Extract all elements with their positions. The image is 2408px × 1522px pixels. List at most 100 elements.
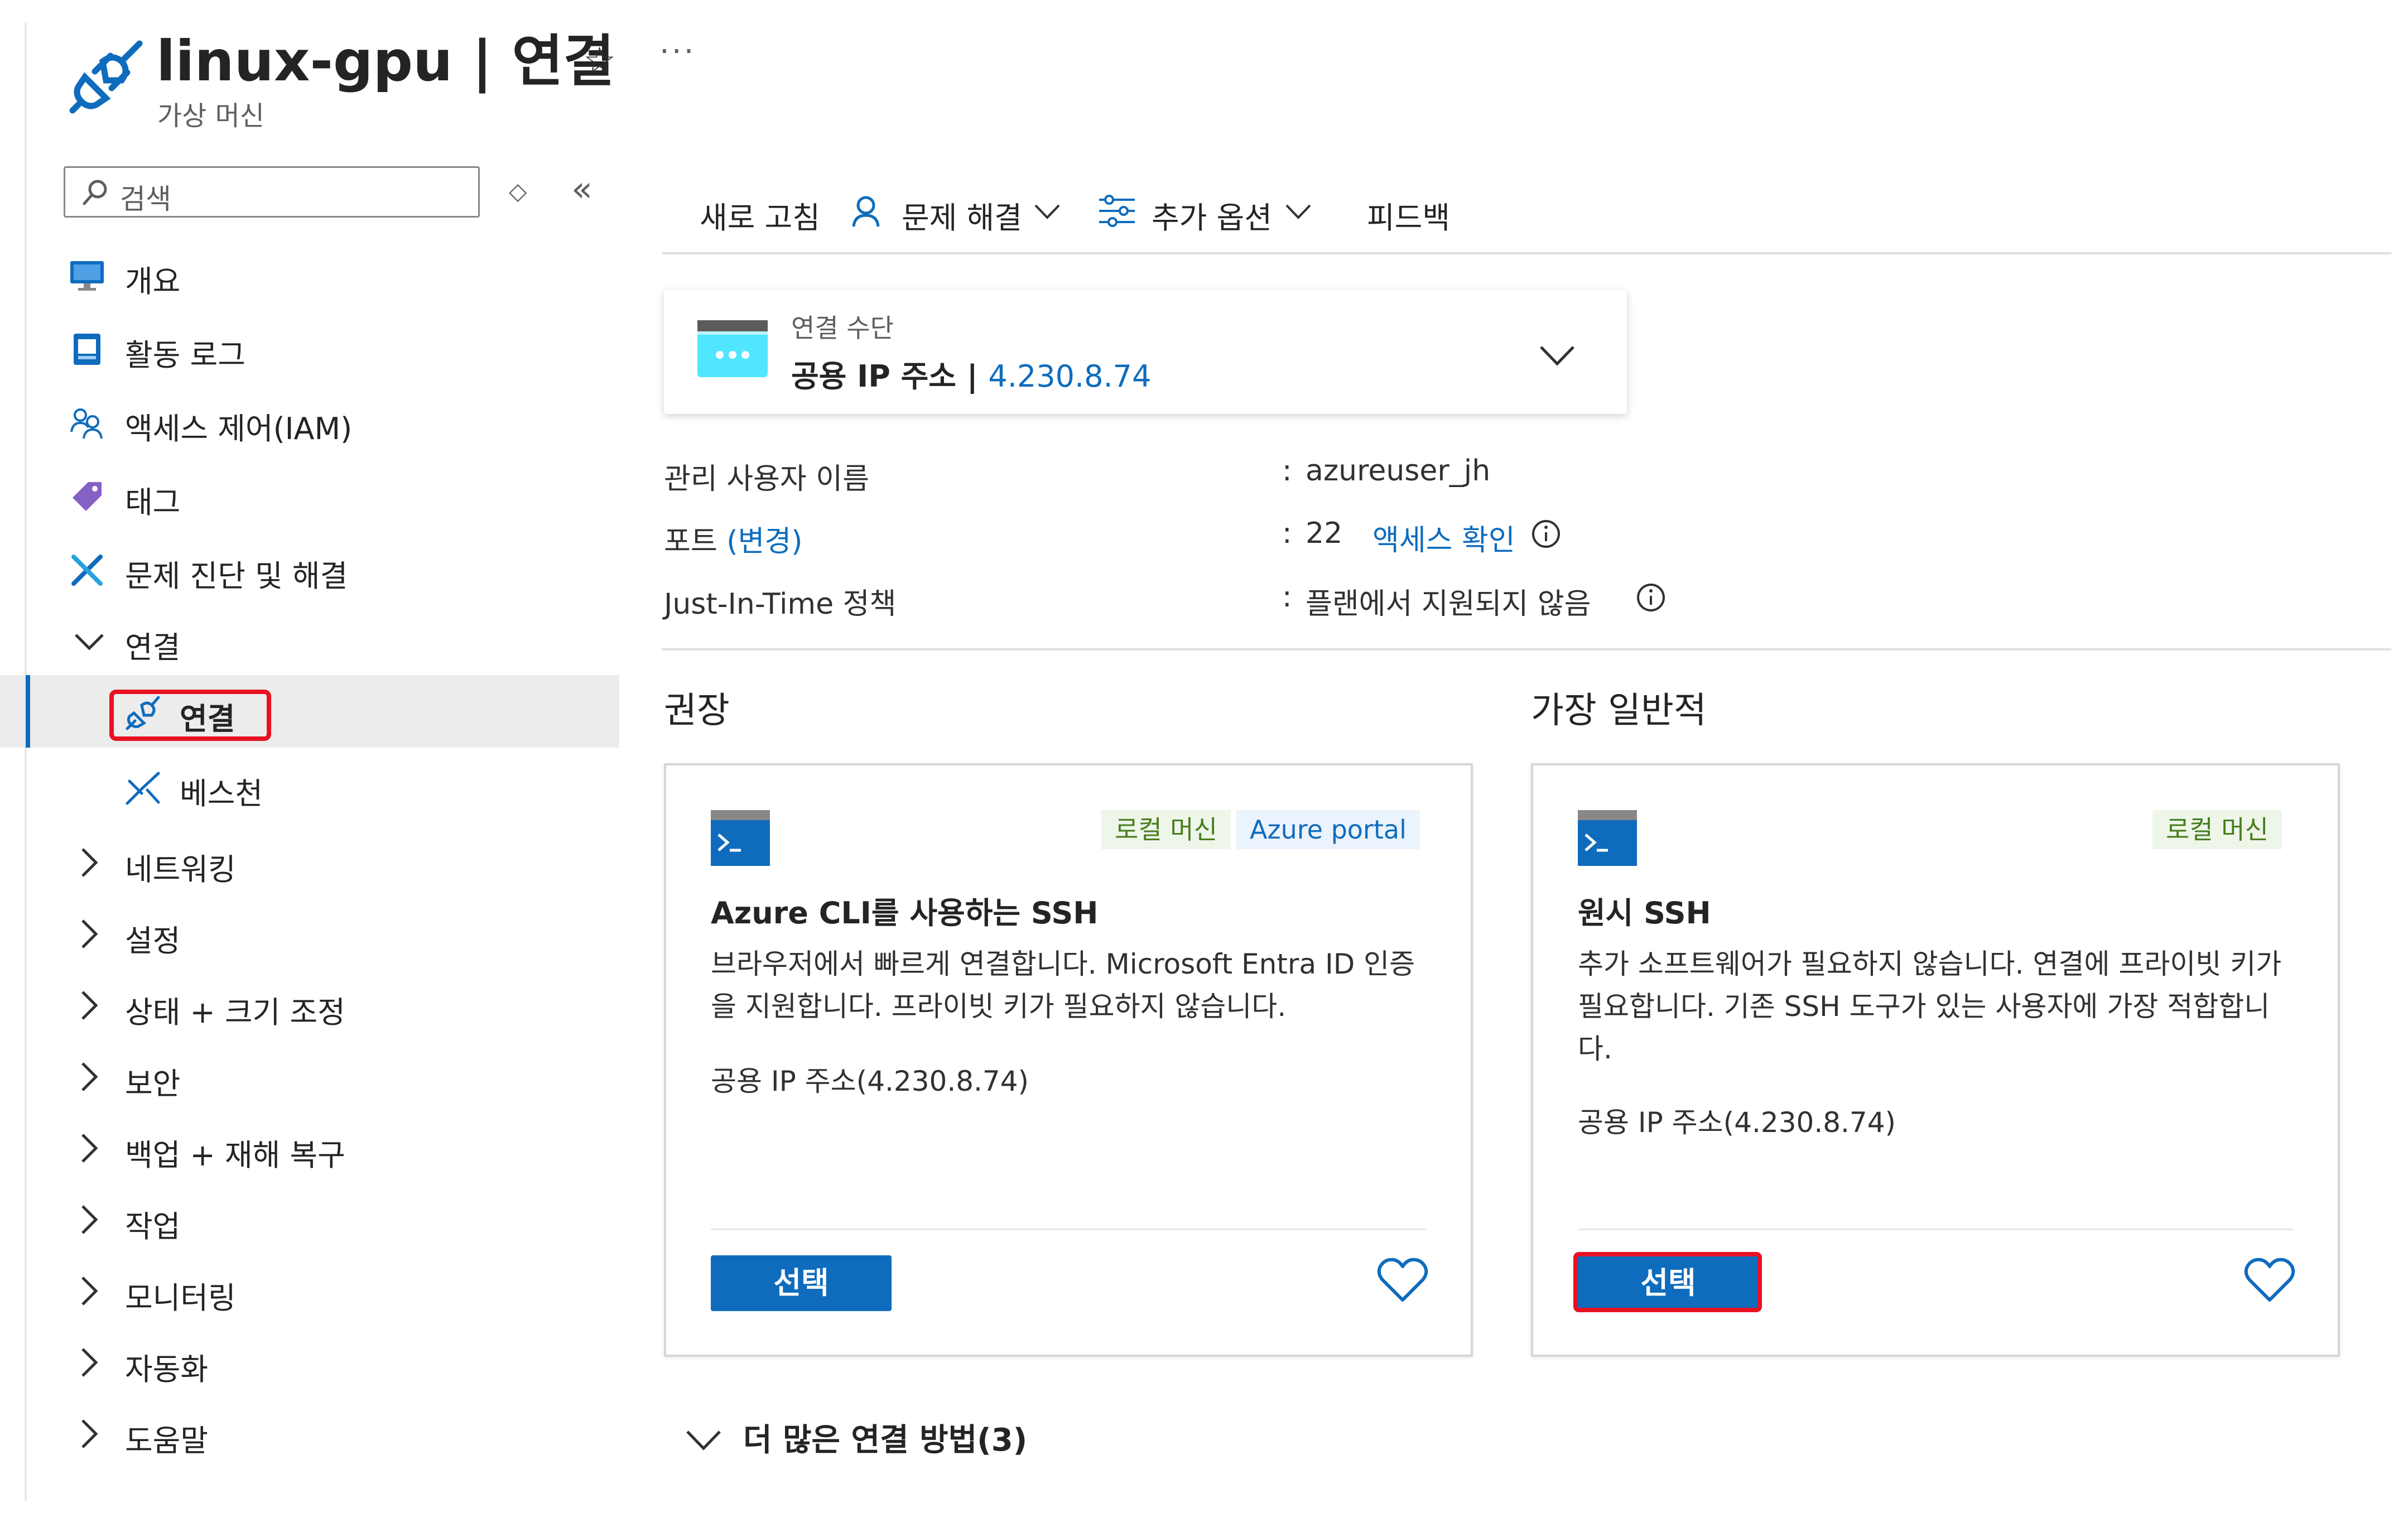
- options-icon: [1097, 193, 1137, 229]
- star-icon[interactable]: ☆: [583, 39, 616, 82]
- most-common-heading: 가장 일반적: [1531, 690, 1707, 731]
- check-access-link[interactable]: 액세스 확인: [1372, 517, 1515, 558]
- more-connection-methods[interactable]: 더 많은 연결 방법(3): [743, 1415, 1027, 1460]
- select-button[interactable]: 선택: [711, 1255, 892, 1311]
- bastion-icon: [125, 770, 161, 806]
- terminal-icon: [1578, 810, 1637, 866]
- sidebar-item-label: 활동 로그: [125, 338, 245, 373]
- sidebar-item-label: 도움말: [125, 1423, 209, 1458]
- terminal-icon: [711, 810, 770, 866]
- more-options-dropdown[interactable]: 추가 옵션: [1152, 193, 1272, 237]
- recommended-heading: 권장: [664, 690, 730, 731]
- colon-separator: :: [1282, 454, 1292, 488]
- search-icon: [81, 178, 110, 207]
- card-title: Azure CLI를 사용하는 SSH: [711, 895, 1099, 931]
- sidebar-item-bastion[interactable]: 베스천: [0, 752, 619, 819]
- connection-type: 공용 IP 주소: [791, 359, 956, 394]
- chevron-right-icon: [78, 847, 100, 878]
- wrench-icon: [69, 552, 105, 588]
- chevron-right-icon: [78, 1204, 100, 1235]
- chevron-right-icon: [78, 1061, 100, 1092]
- badge-local-machine: 로컬 머신: [1101, 810, 1231, 849]
- jit-policy-label: Just-In-Time 정책: [664, 587, 897, 621]
- connection-ip: 4.230.8.74: [988, 359, 1152, 394]
- troubleshoot-icon: [848, 193, 884, 229]
- sort-icon[interactable]: ◇: [509, 177, 527, 205]
- feedback-button[interactable]: 피드백: [1367, 193, 1450, 237]
- sidebar-item-label: 상태 + 크기 조정: [125, 995, 345, 1030]
- collapse-sidebar-icon[interactable]: «: [571, 168, 593, 209]
- sidebar-group-help[interactable]: 도움말: [0, 1399, 619, 1466]
- colon-separator: :: [1282, 580, 1292, 614]
- sidebar-item-label: 베스천: [180, 776, 263, 811]
- colon-separator: :: [1282, 517, 1292, 550]
- sidebar-item-label: 보안: [125, 1066, 181, 1101]
- sidebar-group-settings[interactable]: 설정: [0, 899, 619, 966]
- more-options-button[interactable]: ···: [659, 33, 696, 70]
- search-input[interactable]: 검색: [64, 166, 480, 218]
- sidebar-group-backup[interactable]: 백업 + 재해 복구: [0, 1114, 619, 1181]
- port-change-link[interactable]: (변경): [726, 525, 802, 558]
- search-placeholder: 검색: [120, 183, 171, 215]
- info-icon[interactable]: [1636, 582, 1666, 613]
- highlight-box: [1573, 1252, 1762, 1312]
- card-description: 브라우저에서 빠르게 연결합니다. Microsoft Entra ID 인증을…: [711, 948, 1415, 1023]
- admin-username-label: 관리 사용자 이름: [664, 463, 869, 496]
- card-divider: [1578, 1229, 2293, 1230]
- heart-icon[interactable]: [1377, 1256, 1428, 1303]
- connection-separator: |: [966, 359, 978, 394]
- sidebar-item-label: 태그: [125, 485, 181, 520]
- card-ip: 공용 IP 주소(4.230.8.74): [1578, 1106, 1896, 1139]
- troubleshoot-button[interactable]: 문제 해결: [902, 193, 1022, 237]
- sidebar-group-automation[interactable]: 자동화: [0, 1328, 619, 1395]
- card-divider: [711, 1229, 1426, 1230]
- monitor-icon: [69, 258, 105, 293]
- chevron-right-icon: [78, 1275, 100, 1307]
- chevron-right-icon: [78, 918, 100, 950]
- sidebar-group-operations[interactable]: 작업: [0, 1185, 619, 1252]
- connection-icon: [697, 320, 768, 377]
- chevron-down-icon[interactable]: [684, 1426, 723, 1454]
- chevron-right-icon: [78, 1418, 100, 1449]
- chevron-down-icon[interactable]: [1284, 202, 1312, 222]
- sidebar-item-connect[interactable]: 연결: [0, 675, 619, 748]
- sidebar-group-connect[interactable]: 연결: [0, 606, 619, 673]
- card-ip: 공용 IP 주소(4.230.8.74): [711, 1065, 1029, 1097]
- sidebar-item-label: 모니터링: [125, 1280, 236, 1316]
- sidebar-group-networking[interactable]: 네트워킹: [0, 828, 619, 895]
- sidebar-item-label: 개요: [125, 264, 181, 299]
- sidebar-item-tags[interactable]: 태그: [0, 461, 619, 528]
- sidebar-group-health-size[interactable]: 상태 + 크기 조정: [0, 971, 619, 1038]
- chevron-down-icon[interactable]: [1538, 341, 1577, 369]
- admin-username-value: azureuser_jh: [1306, 454, 1491, 488]
- badge-azure-portal: Azure portal: [1236, 810, 1420, 849]
- sidebar-item-iam[interactable]: 액세스 제어(IAM): [0, 387, 619, 454]
- chevron-down-icon[interactable]: [1033, 202, 1061, 222]
- page-title: linux-gpu | 연결: [156, 28, 615, 94]
- sidebar-group-security[interactable]: 보안: [0, 1042, 619, 1109]
- sidebar-item-label: 연결: [125, 630, 181, 665]
- sidebar-group-monitoring[interactable]: 모니터링: [0, 1256, 619, 1323]
- sidebar-item-diagnose[interactable]: 문제 진단 및 해결: [0, 534, 619, 601]
- card-title: 원시 SSH: [1578, 895, 1711, 931]
- heart-icon[interactable]: [2244, 1256, 2295, 1303]
- sidebar-item-label: 자동화: [125, 1352, 209, 1387]
- highlight-box: [109, 690, 271, 741]
- chevron-down-icon: [74, 630, 105, 653]
- activity-log-icon: [69, 331, 105, 367]
- plug-icon: [66, 39, 144, 117]
- sidebar-item-overview[interactable]: 개요: [0, 240, 619, 307]
- card-description: 추가 소프트웨어가 필요하지 않습니다. 연결에 프라이빗 키가 필요합니다. …: [1578, 948, 2282, 1065]
- page-subtitle: 가상 머신: [157, 100, 264, 132]
- sidebar-item-label: 설정: [125, 923, 181, 959]
- selection-indicator: [26, 675, 30, 748]
- option-card-azure-cli-ssh[interactable]: 로컬 머신 Azure portal Azure CLI를 사용하는 SSH 브…: [664, 763, 1473, 1357]
- sidebar-item-label: 작업: [125, 1209, 181, 1244]
- tag-icon: [69, 479, 105, 514]
- info-icon[interactable]: [1531, 519, 1561, 549]
- chevron-right-icon: [78, 1347, 100, 1378]
- connection-value: 공용 IP 주소 | 4.230.8.74: [791, 351, 1151, 396]
- sidebar-item-activity-log[interactable]: 활동 로그: [0, 314, 619, 380]
- chevron-right-icon: [78, 1133, 100, 1164]
- refresh-button[interactable]: 새로 고침: [700, 193, 820, 237]
